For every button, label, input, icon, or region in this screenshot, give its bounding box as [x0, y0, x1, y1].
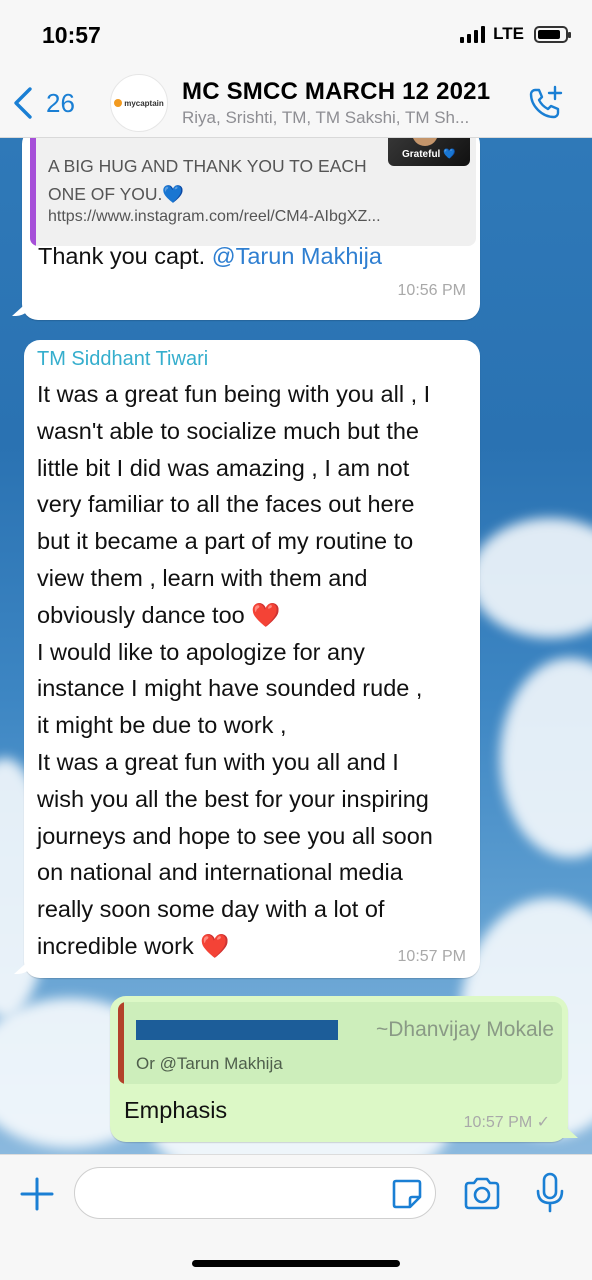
back-button[interactable]: 26	[12, 86, 75, 120]
quote-text: Or @Tarun Makhija	[136, 1054, 283, 1073]
message-bubble[interactable]: A BIG HUG AND THANK YOU TO EACH ONE OF Y…	[22, 138, 480, 320]
message-text: It was a great fun being with you all , …	[37, 381, 433, 959]
message-time: 10:57 PM ✓	[463, 1114, 550, 1131]
quoted-message[interactable]: A BIG HUG AND THANK YOU TO EACH ONE OF Y…	[30, 138, 476, 246]
message-text: Emphasis	[124, 1097, 228, 1123]
home-indicator[interactable]	[192, 1260, 400, 1267]
status-bar: 10:57 LTE	[0, 0, 592, 72]
camera-icon[interactable]	[462, 1175, 502, 1213]
status-indicators: LTE	[460, 24, 571, 44]
message-time: 10:57 PM	[397, 948, 466, 965]
quote-author: ~Dhanvijay Mokale	[375, 1018, 554, 1041]
group-title[interactable]: MC SMCC MARCH 12 2021	[182, 78, 490, 106]
message-bubble-outgoing[interactable]: ~Dhanvijay Mokale Or @Tarun Makhija Emph…	[110, 996, 568, 1142]
status-time: 10:57	[42, 22, 101, 48]
plus-icon[interactable]	[18, 1175, 56, 1213]
message-time: 10:56 PM	[397, 282, 466, 299]
unread-count: 26	[46, 87, 75, 118]
chevron-left-icon	[14, 87, 32, 119]
signal-icon	[460, 25, 486, 43]
quoted-text: A BIG HUG AND THANK YOU TO EACH ONE OF Y…	[48, 156, 367, 204]
message-text: Thank you capt. @Tarun Makhija	[38, 243, 382, 269]
message-bubble[interactable]: TM Siddhant Tiwari It was a great fun be…	[24, 340, 480, 978]
battery-icon	[534, 25, 571, 43]
add-call-icon[interactable]	[526, 84, 564, 122]
message-input[interactable]	[74, 1167, 436, 1219]
chat-header: 26 mycaptain MC SMCC MARCH 12 2021 Riya,…	[0, 72, 592, 138]
reply-quote[interactable]: ~Dhanvijay Mokale Or @Tarun Makhija	[118, 1002, 562, 1084]
redacted-block	[136, 1020, 338, 1040]
sticker-icon[interactable]	[390, 1177, 424, 1211]
quote-bar	[118, 1002, 124, 1084]
quoted-link[interactable]: https://www.instagram.com/reel/CM4-AIbgX…	[48, 208, 381, 226]
brand-logo: mycaptain	[114, 99, 164, 108]
wallpaper-cloud	[500, 658, 592, 858]
group-members[interactable]: Riya, Srishti, TM, TM Sakshi, TM Sh...	[182, 108, 469, 128]
wallpaper-cloud	[470, 518, 592, 638]
quote-bar	[30, 138, 36, 246]
link-thumbnail[interactable]: Grateful 💙	[388, 138, 470, 166]
microphone-icon[interactable]	[534, 1171, 566, 1215]
sender-name[interactable]: TM Siddhant Tiwari	[37, 348, 208, 371]
chat-area[interactable]: A BIG HUG AND THANK YOU TO EACH ONE OF Y…	[0, 138, 592, 1154]
network-label: LTE	[493, 24, 524, 43]
group-avatar[interactable]: mycaptain	[110, 74, 168, 132]
mention-link[interactable]: @Tarun Makhija	[212, 243, 382, 269]
